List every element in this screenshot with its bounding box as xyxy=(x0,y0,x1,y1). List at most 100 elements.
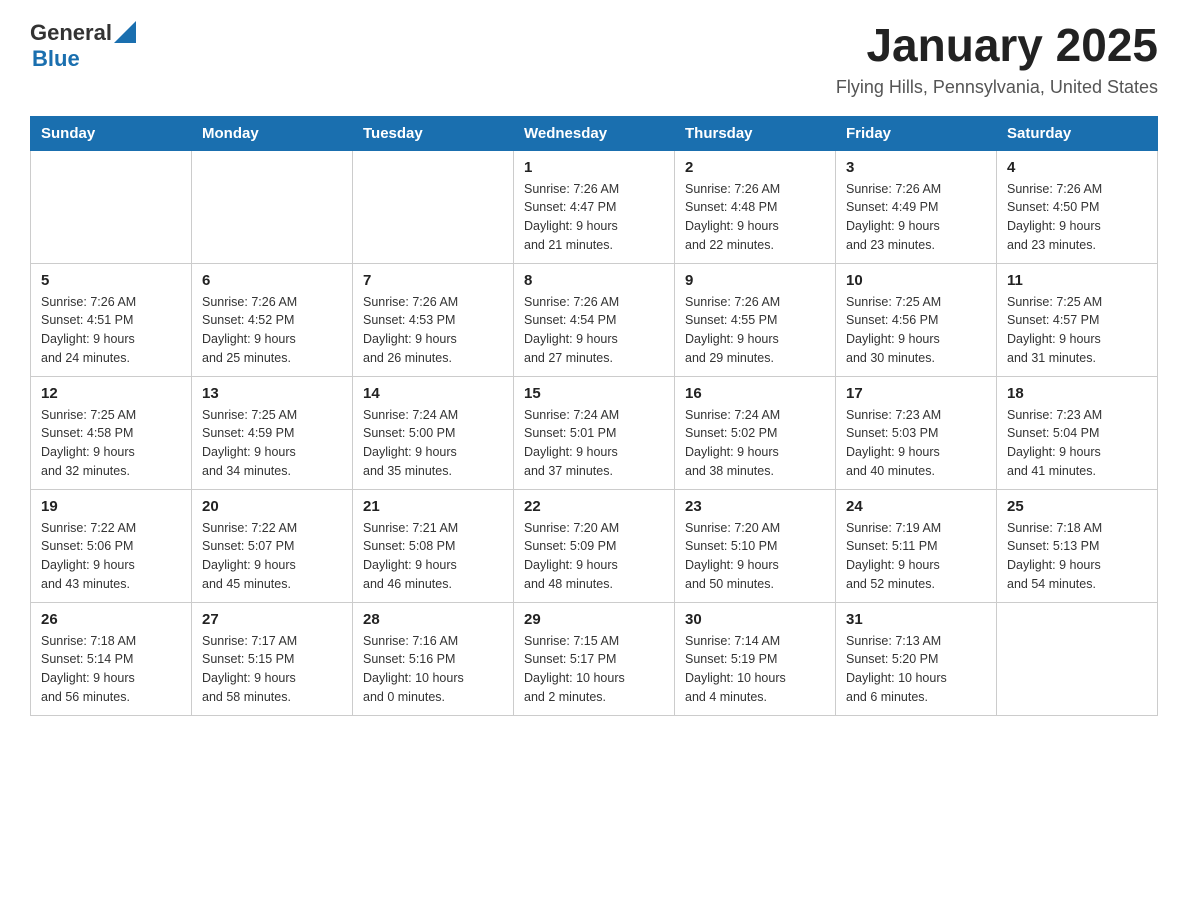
day-number: 21 xyxy=(363,498,503,515)
day-cell: 8Sunrise: 7:26 AM Sunset: 4:54 PM Daylig… xyxy=(514,263,675,376)
header-monday: Monday xyxy=(192,116,353,150)
day-number: 20 xyxy=(202,498,342,515)
day-number: 25 xyxy=(1007,498,1147,515)
logo-general-text: General xyxy=(30,20,112,46)
day-number: 9 xyxy=(685,272,825,289)
header: General Blue January 2025 Flying Hills, … xyxy=(30,20,1158,98)
day-number: 5 xyxy=(41,272,181,289)
day-cell: 28 Sunrise: 7:16 AM Sunset: 5:16 PM Dayli… xyxy=(353,602,514,715)
day-info: Sunrise: 7:20 AM Sunset: 5:09 PM Dayligh… xyxy=(524,519,664,594)
day-info: Sunrise: 7:26 AM Sunset: 4:50 PM Dayligh… xyxy=(1007,180,1147,255)
logo-blue-text: Blue xyxy=(32,46,136,72)
header-sunday: Sunday xyxy=(31,116,192,150)
day-number: 30 xyxy=(685,611,825,628)
day-number: 23 xyxy=(685,498,825,515)
day-info: Sunrise: 7:23 AM Sunset: 5:03 PM Dayligh… xyxy=(846,406,986,481)
day-info: Sunrise: 7:16 AM Sunset: 5:16 PM Dayligh… xyxy=(363,632,503,707)
day-info: Sunrise: 7:25 AM Sunset: 4:56 PM Dayligh… xyxy=(846,293,986,368)
day-cell: 21 Sunrise: 7:21 AM Sunset: 5:08 PM Dayli… xyxy=(353,489,514,602)
day-info: Sunrise: 7:25 AM Sunset: 4:57 PM Dayligh… xyxy=(1007,293,1147,368)
day-cell: 16 Sunrise: 7:24 AM Sunset: 5:02 PM Dayli… xyxy=(675,376,836,489)
day-cell xyxy=(31,150,192,263)
day-number: 12 xyxy=(41,385,181,402)
day-cell: 20 Sunrise: 7:22 AM Sunset: 5:07 PM Dayli… xyxy=(192,489,353,602)
day-cell: 13Sunrise: 7:25 AM Sunset: 4:59 PM Dayli… xyxy=(192,376,353,489)
day-number: 6 xyxy=(202,272,342,289)
day-number: 18 xyxy=(1007,385,1147,402)
day-number: 7 xyxy=(363,272,503,289)
day-cell: 1 Sunrise: 7:26 AM Sunset: 4:47 PM Daylig… xyxy=(514,150,675,263)
day-cell: 30 Sunrise: 7:14 AM Sunset: 5:19 PM Dayli… xyxy=(675,602,836,715)
day-cell: 6 Sunrise: 7:26 AM Sunset: 4:52 PM Daylig… xyxy=(192,263,353,376)
day-cell: 15 Sunrise: 7:24 AM Sunset: 5:01 PM Dayli… xyxy=(514,376,675,489)
day-cell: 3Sunrise: 7:26 AM Sunset: 4:49 PM Daylig… xyxy=(836,150,997,263)
day-number: 29 xyxy=(524,611,664,628)
day-number: 10 xyxy=(846,272,986,289)
header-saturday: Saturday xyxy=(997,116,1158,150)
day-info: Sunrise: 7:24 AM Sunset: 5:00 PM Dayligh… xyxy=(363,406,503,481)
day-info: Sunrise: 7:25 AM Sunset: 4:58 PM Dayligh… xyxy=(41,406,181,481)
day-number: 24 xyxy=(846,498,986,515)
title-area: January 2025 Flying Hills, Pennsylvania,… xyxy=(836,20,1158,98)
day-info: Sunrise: 7:26 AM Sunset: 4:52 PM Dayligh… xyxy=(202,293,342,368)
day-cell xyxy=(192,150,353,263)
day-number: 31 xyxy=(846,611,986,628)
day-number: 1 xyxy=(524,159,664,176)
day-info: Sunrise: 7:26 AM Sunset: 4:51 PM Dayligh… xyxy=(41,293,181,368)
day-info: Sunrise: 7:19 AM Sunset: 5:11 PM Dayligh… xyxy=(846,519,986,594)
calendar-header-row: Sunday Monday Tuesday Wednesday Thursday… xyxy=(31,116,1158,150)
day-cell: 29Sunrise: 7:15 AM Sunset: 5:17 PM Dayli… xyxy=(514,602,675,715)
header-thursday: Thursday xyxy=(675,116,836,150)
week-row-3: 12 Sunrise: 7:25 AM Sunset: 4:58 PM Dayli… xyxy=(31,376,1158,489)
day-cell: 11 Sunrise: 7:25 AM Sunset: 4:57 PM Dayli… xyxy=(997,263,1158,376)
day-number: 13 xyxy=(202,385,342,402)
day-number: 2 xyxy=(685,159,825,176)
day-number: 16 xyxy=(685,385,825,402)
day-info: Sunrise: 7:20 AM Sunset: 5:10 PM Dayligh… xyxy=(685,519,825,594)
day-cell: 25 Sunrise: 7:18 AM Sunset: 5:13 PM Dayli… xyxy=(997,489,1158,602)
day-number: 27 xyxy=(202,611,342,628)
header-tuesday: Tuesday xyxy=(353,116,514,150)
day-info: Sunrise: 7:24 AM Sunset: 5:01 PM Dayligh… xyxy=(524,406,664,481)
day-cell: 26Sunrise: 7:18 AM Sunset: 5:14 PM Dayli… xyxy=(31,602,192,715)
day-info: Sunrise: 7:14 AM Sunset: 5:19 PM Dayligh… xyxy=(685,632,825,707)
day-info: Sunrise: 7:13 AM Sunset: 5:20 PM Dayligh… xyxy=(846,632,986,707)
header-friday: Friday xyxy=(836,116,997,150)
day-cell xyxy=(997,602,1158,715)
day-info: Sunrise: 7:21 AM Sunset: 5:08 PM Dayligh… xyxy=(363,519,503,594)
day-info: Sunrise: 7:26 AM Sunset: 4:47 PM Dayligh… xyxy=(524,180,664,255)
calendar-subtitle: Flying Hills, Pennsylvania, United State… xyxy=(836,77,1158,98)
week-row-5: 26Sunrise: 7:18 AM Sunset: 5:14 PM Dayli… xyxy=(31,602,1158,715)
day-info: Sunrise: 7:26 AM Sunset: 4:53 PM Dayligh… xyxy=(363,293,503,368)
day-info: Sunrise: 7:24 AM Sunset: 5:02 PM Dayligh… xyxy=(685,406,825,481)
day-number: 11 xyxy=(1007,272,1147,289)
day-cell: 27Sunrise: 7:17 AM Sunset: 5:15 PM Dayli… xyxy=(192,602,353,715)
day-number: 28 xyxy=(363,611,503,628)
day-cell: 9Sunrise: 7:26 AM Sunset: 4:55 PM Daylig… xyxy=(675,263,836,376)
day-cell: 10 Sunrise: 7:25 AM Sunset: 4:56 PM Dayli… xyxy=(836,263,997,376)
day-info: Sunrise: 7:22 AM Sunset: 5:07 PM Dayligh… xyxy=(202,519,342,594)
day-number: 15 xyxy=(524,385,664,402)
day-info: Sunrise: 7:18 AM Sunset: 5:13 PM Dayligh… xyxy=(1007,519,1147,594)
day-cell: 7 Sunrise: 7:26 AM Sunset: 4:53 PM Daylig… xyxy=(353,263,514,376)
day-number: 17 xyxy=(846,385,986,402)
day-number: 14 xyxy=(363,385,503,402)
day-info: Sunrise: 7:22 AM Sunset: 5:06 PM Dayligh… xyxy=(41,519,181,594)
day-cell: 4 Sunrise: 7:26 AM Sunset: 4:50 PM Daylig… xyxy=(997,150,1158,263)
day-number: 26 xyxy=(41,611,181,628)
day-cell: 24 Sunrise: 7:19 AM Sunset: 5:11 PM Dayli… xyxy=(836,489,997,602)
day-cell: 18Sunrise: 7:23 AM Sunset: 5:04 PM Dayli… xyxy=(997,376,1158,489)
day-cell: 31 Sunrise: 7:13 AM Sunset: 5:20 PM Dayli… xyxy=(836,602,997,715)
day-number: 22 xyxy=(524,498,664,515)
day-cell: 17 Sunrise: 7:23 AM Sunset: 5:03 PM Dayli… xyxy=(836,376,997,489)
day-cell: 14 Sunrise: 7:24 AM Sunset: 5:00 PM Dayli… xyxy=(353,376,514,489)
day-cell: 2Sunrise: 7:26 AM Sunset: 4:48 PM Daylig… xyxy=(675,150,836,263)
day-info: Sunrise: 7:26 AM Sunset: 4:54 PM Dayligh… xyxy=(524,293,664,368)
week-row-2: 5 Sunrise: 7:26 AM Sunset: 4:51 PM Daylig… xyxy=(31,263,1158,376)
logo: General Blue xyxy=(30,20,136,72)
calendar-title: January 2025 xyxy=(836,20,1158,71)
day-number: 4 xyxy=(1007,159,1147,176)
day-cell xyxy=(353,150,514,263)
day-cell: 23 Sunrise: 7:20 AM Sunset: 5:10 PM Dayli… xyxy=(675,489,836,602)
day-number: 3 xyxy=(846,159,986,176)
